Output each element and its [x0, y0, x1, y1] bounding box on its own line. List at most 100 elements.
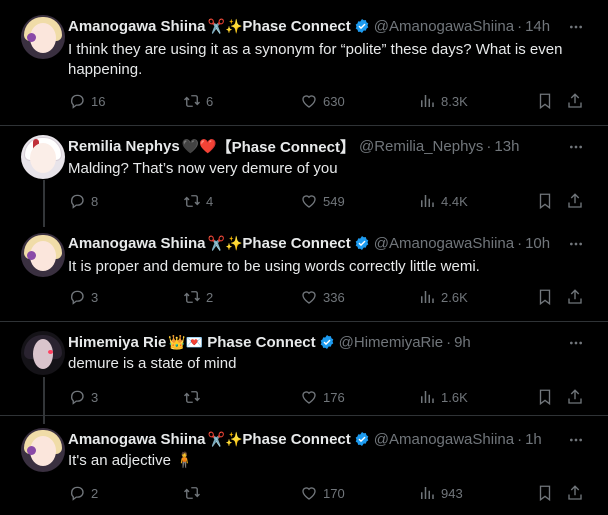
tweet[interactable]: Amanogawa Shiina ✂️✨ Phase Connect @Aman…	[0, 416, 608, 515]
user-handle[interactable]: @AmanogawaShiina	[374, 18, 514, 35]
affiliation-label[interactable]: Phase Connect	[207, 334, 315, 351]
view-count: 4.4K	[441, 193, 468, 209]
reply-button[interactable]: 8	[68, 191, 98, 211]
retweet-button[interactable]	[183, 483, 206, 503]
reply-count: 2	[91, 485, 99, 501]
views-button[interactable]: 2.6K	[418, 287, 468, 307]
like-button[interactable]: 176	[300, 387, 345, 407]
affiliation-label[interactable]: Phase Connect	[242, 18, 350, 35]
more-dots-icon[interactable]	[568, 236, 584, 252]
reply-bubble-icon	[71, 94, 84, 109]
views-button[interactable]: 1.6K	[418, 387, 468, 407]
more-dots-icon[interactable]	[568, 432, 584, 448]
tweet[interactable]: Himemiya Rie 👑💌 Phase Connect @HimemiyaR…	[0, 322, 608, 415]
user-handle[interactable]: @HimemiyaRie	[339, 334, 443, 351]
timestamp[interactable]: 9h	[454, 334, 471, 351]
avatar[interactable]	[21, 428, 65, 472]
like-count: 176	[323, 389, 345, 405]
views-button[interactable]: 8.3K	[418, 91, 468, 111]
user-handle[interactable]: @Remilia_Nephys	[359, 138, 483, 155]
tweet[interactable]: Amanogawa Shiina ✂️✨ Phase Connect @Aman…	[0, 226, 608, 321]
more-dots-icon[interactable]	[568, 335, 584, 351]
views-bars-icon	[421, 391, 434, 403]
retweet-button[interactable]	[183, 387, 206, 407]
avatar[interactable]	[21, 331, 65, 375]
like-button[interactable]: 549	[300, 191, 345, 211]
reply-button[interactable]: 16	[68, 91, 105, 111]
reply-count: 8	[91, 193, 99, 209]
share-arrow-icon	[568, 93, 582, 108]
like-count: 170	[323, 485, 345, 501]
display-name[interactable]: Amanogawa Shiina	[68, 431, 206, 448]
share-button[interactable]	[566, 91, 584, 111]
avatar[interactable]	[21, 233, 65, 277]
retweet-button[interactable]: 4	[183, 191, 213, 211]
bookmark-button[interactable]	[536, 191, 554, 211]
verified-badge-icon	[355, 19, 369, 33]
retweet-arrows-icon	[184, 391, 200, 403]
avatar[interactable]	[21, 135, 65, 179]
bookmark-button[interactable]	[536, 483, 554, 503]
separator-dot: ·	[517, 234, 523, 252]
tweet[interactable]: Remilia Nephys 🖤❤️ 【Phase Connect】 @Remi…	[0, 125, 608, 226]
bookmark-icon	[539, 193, 551, 210]
share-button[interactable]	[566, 191, 584, 211]
name-emoji: 🖤❤️	[181, 138, 217, 154]
tweet[interactable]: Amanogawa Shiina ✂️✨ Phase Connect @Aman…	[0, 0, 608, 125]
views-button[interactable]: 943	[418, 483, 463, 503]
retweet-arrows-icon	[184, 291, 200, 303]
display-name[interactable]: Remilia Nephys	[68, 138, 180, 155]
retweet-count: 2	[206, 289, 214, 305]
heart-icon	[302, 95, 316, 108]
share-arrow-icon	[568, 289, 582, 304]
tweet-text: I think they are using it as a synonym f…	[68, 41, 563, 78]
views-button[interactable]: 4.4K	[418, 191, 468, 211]
share-button[interactable]	[566, 287, 584, 307]
like-count: 549	[323, 193, 345, 209]
share-arrow-icon	[568, 485, 582, 500]
like-button[interactable]: 630	[300, 91, 345, 111]
timestamp[interactable]: 13h	[494, 138, 519, 155]
separator-dot: ·	[517, 17, 523, 35]
retweet-button[interactable]: 2	[183, 287, 213, 307]
share-button[interactable]	[566, 387, 584, 407]
verified-badge-icon	[355, 236, 369, 250]
bookmark-icon	[539, 289, 551, 306]
reply-bubble-icon	[71, 194, 84, 209]
views-bars-icon	[421, 291, 434, 303]
more-dots-icon[interactable]	[568, 139, 584, 155]
views-bars-icon	[421, 195, 434, 207]
share-button[interactable]	[566, 483, 584, 503]
timestamp[interactable]: 1h	[525, 431, 542, 448]
name-emoji: ✂️✨	[207, 431, 243, 447]
affiliation-label[interactable]: 【Phase Connect】	[217, 136, 355, 157]
display-name[interactable]: Himemiya Rie	[68, 334, 166, 351]
more-dots-icon[interactable]	[568, 19, 584, 35]
timestamp[interactable]: 14h	[525, 18, 550, 35]
like-button[interactable]: 336	[300, 287, 345, 307]
share-arrow-icon	[568, 193, 582, 208]
bookmark-button[interactable]	[536, 387, 554, 407]
action-bar: 3 2 336 2.6K	[68, 287, 588, 307]
timestamp[interactable]: 10h	[525, 235, 550, 252]
view-count: 943	[441, 485, 463, 501]
retweet-button[interactable]: 6	[183, 91, 213, 111]
display-name[interactable]: Amanogawa Shiina	[68, 235, 206, 252]
view-count: 8.3K	[441, 93, 468, 109]
avatar[interactable]	[21, 15, 65, 59]
tweet-text: Malding? That’s now very demure of you	[68, 160, 338, 177]
reply-count: 3	[91, 389, 99, 405]
reply-button[interactable]: 3	[68, 287, 98, 307]
affiliation-label[interactable]: Phase Connect	[242, 235, 350, 252]
user-handle[interactable]: @AmanogawaShiina	[374, 431, 514, 448]
affiliation-label[interactable]: Phase Connect	[242, 431, 350, 448]
bookmark-button[interactable]	[536, 287, 554, 307]
action-bar: 16 6 630 8.3K	[68, 91, 588, 111]
user-handle[interactable]: @AmanogawaShiina	[374, 235, 514, 252]
share-arrow-icon	[568, 389, 582, 404]
display-name[interactable]: Amanogawa Shiina	[68, 18, 206, 35]
reply-button[interactable]: 2	[68, 483, 98, 503]
reply-button[interactable]: 3	[68, 387, 98, 407]
bookmark-button[interactable]	[536, 91, 554, 111]
like-button[interactable]: 170	[300, 483, 345, 503]
